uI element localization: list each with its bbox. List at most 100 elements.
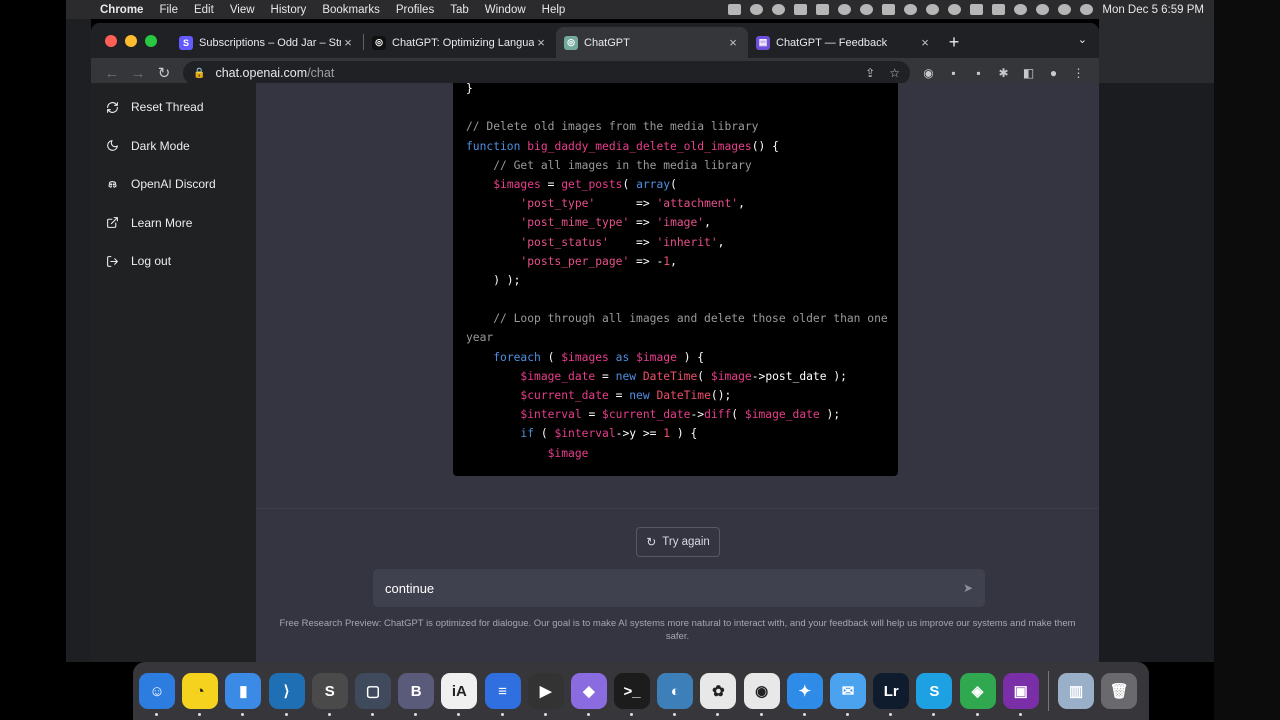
bluetooth-icon[interactable] bbox=[970, 4, 984, 15]
spotlight-search-icon[interactable] bbox=[1036, 4, 1050, 15]
sidebar-item-learn-more[interactable]: Learn More bbox=[91, 204, 256, 243]
menu-file[interactable]: File bbox=[151, 4, 186, 16]
send-icon[interactable]: ➤ bbox=[963, 581, 973, 595]
menu-profiles[interactable]: Profiles bbox=[388, 4, 442, 16]
menu-chrome[interactable]: Chrome bbox=[96, 4, 151, 16]
dock-screenshot-app-icon[interactable]: ▢ bbox=[354, 673, 391, 716]
new-tab-button[interactable]: + bbox=[940, 27, 968, 58]
code-token: 'post_status' bbox=[520, 235, 609, 249]
extensions-puzzle-icon[interactable]: ✱ bbox=[991, 66, 1016, 80]
code-token: $image bbox=[636, 350, 677, 364]
code-token: , bbox=[738, 197, 745, 211]
control-center-icon[interactable] bbox=[1058, 4, 1072, 15]
reload-button[interactable]: ↻ bbox=[151, 64, 177, 82]
tab-close-icon[interactable]: × bbox=[341, 35, 355, 50]
dock-sequel-pro-icon[interactable]: ◐ bbox=[657, 673, 694, 716]
sidebar-item-openai-discord[interactable]: OpenAI Discord bbox=[91, 165, 256, 204]
dock-docs-app-icon[interactable]: ≡ bbox=[484, 673, 521, 716]
code-line: $image_date = new DateTime( $image->post… bbox=[466, 367, 898, 386]
menubar-clock[interactable]: Mon Dec 5 6:59 PM bbox=[1102, 4, 1204, 16]
dock-photos-app-icon[interactable]: ✿ bbox=[700, 673, 737, 716]
code-token: 'posts_per_page' bbox=[520, 254, 630, 268]
sidebar-item-log-out[interactable]: Log out bbox=[91, 242, 256, 281]
forward-button[interactable]: → bbox=[125, 65, 151, 82]
dock-archive-app-icon[interactable]: ◆ bbox=[570, 673, 607, 716]
tab-close-icon[interactable]: × bbox=[726, 35, 740, 50]
share-icon[interactable]: ⇪ bbox=[865, 66, 875, 80]
dock-chrome-icon[interactable]: ◉ bbox=[743, 673, 780, 716]
dock-lightroom-icon[interactable]: Lr bbox=[873, 673, 910, 716]
dock-skype-icon[interactable]: S bbox=[916, 673, 953, 716]
tab-3[interactable]: ◎ ChatGPT × bbox=[556, 27, 748, 58]
status-rocket-icon[interactable] bbox=[816, 4, 830, 15]
menu-edit[interactable]: Edit bbox=[186, 4, 222, 16]
dock-vpn-app-icon[interactable]: ◈ bbox=[959, 673, 996, 716]
lock-icon[interactable]: 🔒 bbox=[193, 68, 205, 79]
tab-4[interactable]: ▤ ChatGPT — Feedback × bbox=[748, 27, 940, 58]
try-again-button[interactable]: ↻ Try again bbox=[636, 527, 720, 557]
code-token: ( bbox=[534, 427, 555, 441]
dock-app-yellow-icon[interactable]: ◔ bbox=[182, 673, 219, 716]
status-circle-icon[interactable] bbox=[904, 4, 918, 15]
message-input[interactable] bbox=[385, 580, 963, 596]
dock-separator bbox=[1047, 671, 1049, 711]
dock-final-cut-icon[interactable]: ▶ bbox=[527, 673, 564, 716]
code-token: = bbox=[581, 408, 603, 422]
siri-icon[interactable] bbox=[1080, 4, 1094, 15]
menu-history[interactable]: History bbox=[263, 4, 315, 16]
battery-icon[interactable] bbox=[992, 4, 1006, 15]
code-token: -> bbox=[690, 408, 705, 422]
sidebar-item-dark-mode[interactable]: Dark Mode bbox=[91, 127, 256, 166]
code-token: 'post_mime_type' bbox=[520, 216, 630, 230]
sidebar-item-reset-thread[interactable]: Reset Thread bbox=[91, 88, 256, 127]
back-button[interactable]: ← bbox=[99, 65, 125, 82]
status-drop-icon[interactable] bbox=[838, 4, 852, 15]
window-maximize-button[interactable] bbox=[145, 34, 157, 47]
status-app-icon[interactable] bbox=[728, 4, 742, 15]
dock-mail-icon[interactable]: ✉ bbox=[830, 673, 866, 716]
address-bar[interactable]: 🔒 chat.openai.com/chat ⇪ ☆ bbox=[183, 61, 910, 85]
sidebar-item-label: Log out bbox=[131, 254, 172, 269]
chrome-menu-icon[interactable]: ⋮ bbox=[1066, 66, 1091, 80]
status-activity-icon[interactable] bbox=[860, 4, 874, 15]
menu-help[interactable]: Help bbox=[534, 4, 574, 16]
tab-1[interactable]: S Subscriptions – Odd Jar – Strip × bbox=[171, 27, 363, 58]
tab-close-icon[interactable]: × bbox=[534, 35, 548, 50]
menu-tab[interactable]: Tab bbox=[442, 4, 477, 16]
status-dot-icon[interactable] bbox=[772, 4, 786, 15]
status-bookmark-icon[interactable] bbox=[882, 4, 896, 15]
tab-2[interactable]: ◎ ChatGPT: Optimizing Languag × bbox=[364, 27, 556, 58]
menu-view[interactable]: View bbox=[222, 4, 263, 16]
status-p-icon[interactable] bbox=[794, 4, 808, 15]
extension-icon[interactable]: ▪ bbox=[941, 66, 966, 80]
window-minimize-button[interactable] bbox=[125, 34, 137, 47]
dock-sublime-text-icon[interactable]: S bbox=[311, 673, 348, 716]
status-check-icon[interactable] bbox=[750, 4, 764, 15]
password-manager-extension-icon[interactable]: ◉ bbox=[916, 66, 941, 80]
window-close-button[interactable] bbox=[105, 34, 117, 47]
menu-bookmarks[interactable]: Bookmarks bbox=[314, 4, 388, 16]
dock-bbedit-icon[interactable]: B bbox=[398, 673, 435, 716]
bookmark-star-icon[interactable]: ☆ bbox=[889, 66, 900, 80]
dock-finder-icon[interactable]: ☺ bbox=[139, 673, 175, 716]
dock-downloads-folder-icon[interactable]: ▥ bbox=[1058, 673, 1095, 709]
status-password-icon[interactable] bbox=[926, 4, 940, 15]
status-moon-icon[interactable] bbox=[948, 4, 962, 15]
dock-screen-recorder-icon[interactable]: ▣ bbox=[1002, 673, 1039, 716]
background-window-toolbar bbox=[1099, 19, 1214, 83]
code-token: => bbox=[629, 216, 657, 230]
profile-icon[interactable]: ● bbox=[1041, 66, 1066, 80]
dock-safari-icon[interactable]: ✦ bbox=[786, 673, 823, 716]
wifi-icon[interactable] bbox=[1014, 4, 1028, 15]
extension-dark-icon[interactable]: ▪ bbox=[966, 66, 991, 80]
tab-close-icon[interactable]: × bbox=[918, 35, 932, 50]
dock-ia-writer-icon[interactable]: iA bbox=[441, 673, 478, 716]
tab-search-icon[interactable]: ⌄ bbox=[1078, 33, 1087, 46]
code-token: , bbox=[670, 254, 677, 268]
menu-window[interactable]: Window bbox=[477, 4, 534, 16]
dock-terminal-icon[interactable]: >_ bbox=[614, 673, 651, 716]
dock-trash-icon[interactable]: 🗑 bbox=[1101, 673, 1138, 709]
side-panel-icon[interactable]: ◧ bbox=[1016, 66, 1041, 80]
dock-bookmarks-app-icon[interactable]: ▮ bbox=[225, 673, 262, 716]
dock-vscode-icon[interactable]: ⟩ bbox=[268, 673, 305, 716]
